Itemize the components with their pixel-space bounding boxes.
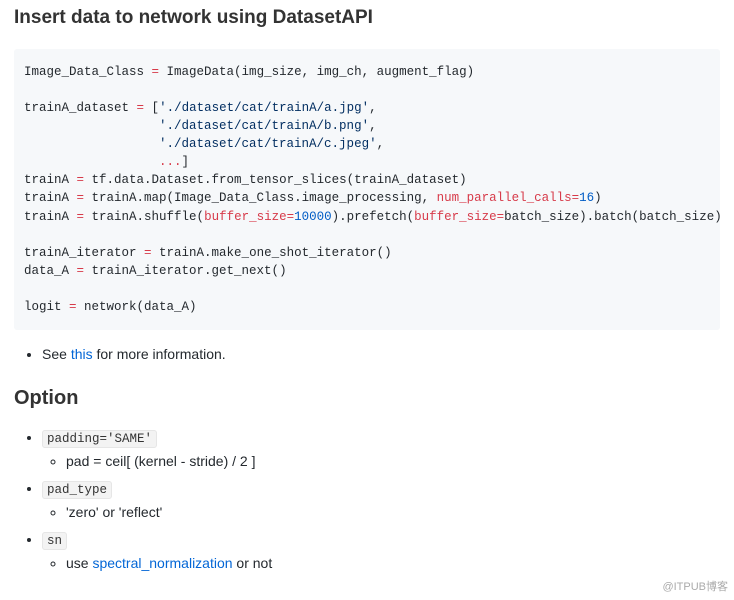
code-pad-type: pad_type — [42, 481, 112, 499]
option-sn-sub: use spectral_normalization or not — [66, 553, 720, 574]
option-sn: sn use spectral_normalization or not — [42, 529, 720, 574]
option-padtype: pad_type 'zero' or 'reflect' — [42, 478, 720, 523]
heading-insert-data: Insert data to network using DatasetAPI — [14, 4, 720, 33]
code-block[interactable]: Image_Data_Class = ImageData(img_size, i… — [14, 49, 720, 331]
note-list: See this for more information. — [14, 344, 720, 365]
watermark: @ITPUB博客 — [662, 579, 728, 596]
code-padding-same: padding='SAME' — [42, 430, 157, 448]
code-sn: sn — [42, 532, 67, 550]
option-list: padding='SAME' pad = ceil[ (kernel - str… — [14, 427, 720, 573]
option-padding: padding='SAME' pad = ceil[ (kernel - str… — [42, 427, 720, 472]
option-padtype-sub: 'zero' or 'reflect' — [66, 502, 720, 523]
code-text: Image_Data_Class = ImageData(img_size, i… — [24, 65, 720, 315]
this-link[interactable]: this — [71, 346, 93, 362]
heading-option: Option — [14, 383, 720, 413]
option-padding-sub: pad = ceil[ (kernel - stride) / 2 ] — [66, 451, 720, 472]
note-item: See this for more information. — [42, 344, 720, 365]
